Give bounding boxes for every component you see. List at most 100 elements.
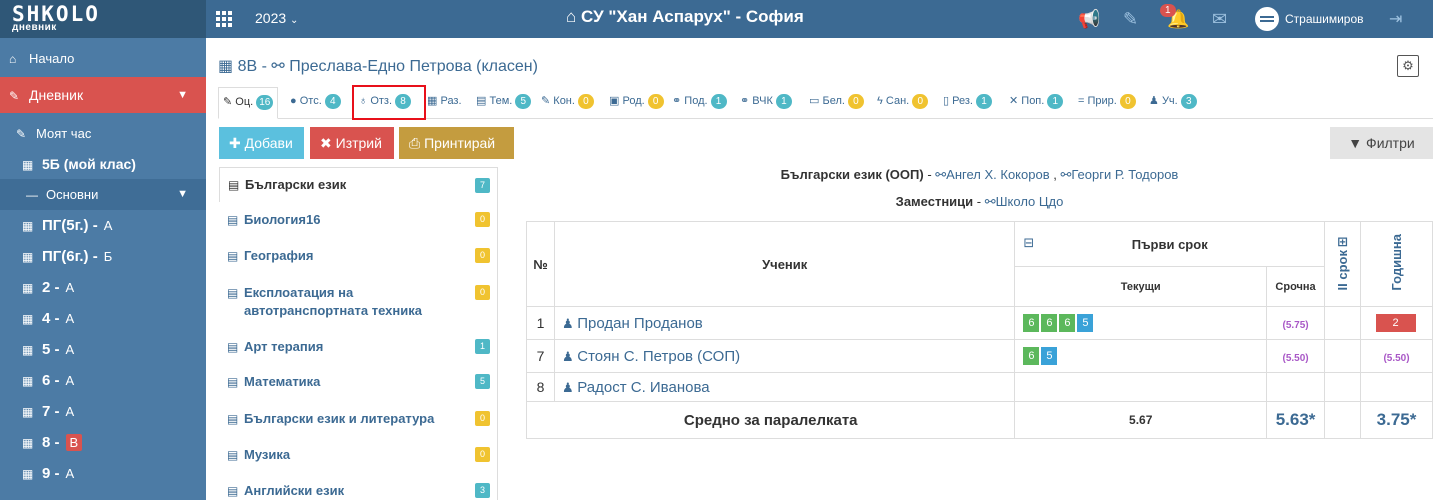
tab-label: Сан. (885, 95, 910, 107)
grade-badge[interactable]: 5 (1041, 347, 1058, 365)
logo-subtitle: дневник (12, 22, 57, 33)
logout-icon[interactable]: ⇥ (1389, 9, 1402, 29)
tab-support[interactable]: ⚭ Под. 1 (672, 87, 727, 118)
book-icon: ▤ (227, 412, 239, 426)
annual-grade-badge[interactable]: 2 (1375, 314, 1416, 332)
tab-schedule[interactable]: ▦ Раз. (427, 87, 462, 118)
average-term: 5.63* (1275, 410, 1316, 429)
tab-nature[interactable]: = Прир. 0 (1078, 87, 1136, 118)
book-icon: ▤ (227, 340, 239, 354)
class-teacher-link[interactable]: Преслава-Едно Петрова (класен) (289, 58, 538, 75)
subject-title: Български език (ООП) (780, 167, 924, 182)
substitute-link[interactable]: Школо Цдо (996, 194, 1064, 209)
sidebar-item-diary[interactable]: ✎ Дневник ▼ (0, 77, 206, 113)
term-grade-header: Срочна (1266, 266, 1326, 307)
tab-vchk[interactable]: ⚭ ВЧК 1 (740, 87, 792, 118)
subject-item[interactable]: ▤ Български език и литература 0 (219, 410, 498, 428)
row-no: 7 (526, 339, 555, 373)
term-average: (5.50) (1282, 352, 1309, 364)
sidebar-item-my-hour[interactable]: ✎ Моят час (0, 118, 206, 149)
student-name-link[interactable]: Продан Проданов (577, 315, 703, 332)
tab-notes[interactable]: ▭ Бел. 0 (809, 87, 864, 118)
student-icon: ♟ (561, 315, 574, 331)
button-label: Принтирай (424, 135, 496, 151)
subject-item[interactable]: ▤ Английски език 3 (219, 482, 498, 500)
teacher-link[interactable]: Ангел Х. Кокоров (946, 167, 1049, 182)
class-suffix: А (65, 280, 75, 295)
tab-parents[interactable]: ▣ Род. 0 (609, 87, 664, 118)
sidebar-item-my-class[interactable]: ▦ 5Б (мой клас) (0, 149, 206, 180)
tab-grades[interactable]: ✎ Оц. 16 (218, 87, 279, 119)
tab-results[interactable]: ▯ Рез. 1 (943, 87, 992, 118)
student-name-link[interactable]: Радост С. Иванова (577, 379, 709, 396)
average-term-cell: 5.63* (1266, 401, 1326, 439)
apps-grid-icon[interactable] (216, 11, 232, 27)
tab-students[interactable]: ♟ Уч. 3 (1149, 87, 1197, 118)
sidebar-class-item[interactable]: ▦ 2 - А (0, 272, 206, 303)
student-name-link[interactable]: Стоян С. Петров (СОП) (577, 348, 740, 365)
average-term2-cell (1324, 401, 1361, 439)
sidebar-class-item[interactable]: ▦ ПГ(5г.) - А (0, 210, 206, 241)
sidebar-class-item[interactable]: ▦ 5 - А (0, 334, 206, 365)
expand-icon[interactable]: ⊞ (1325, 234, 1360, 250)
collapse-icon[interactable]: ⊟ (1023, 235, 1034, 251)
grade-badge[interactable]: 6 (1023, 314, 1040, 332)
sidebar-class-item-active[interactable]: ▦ 8 - В (0, 427, 206, 458)
tab-absences[interactable]: ● Отс. 4 (290, 87, 341, 118)
avatar[interactable] (1255, 7, 1279, 31)
term2-header[interactable]: ⊞ II срок (1324, 221, 1361, 307)
button-label: Добави (244, 135, 293, 151)
settings-button[interactable]: ⚙ (1397, 55, 1419, 77)
sidebar-class-item[interactable]: ▦ 7 - А (0, 396, 206, 427)
tab-label: ВЧК (752, 95, 773, 107)
table-row: 7 ♟ Стоян С. Петров (СОП) 65 (5.50) (5.5… (526, 339, 1433, 373)
envelope-open-icon[interactable]: ✉ (1212, 9, 1227, 30)
edit-icon[interactable]: ✎ (1123, 9, 1138, 30)
subject-item[interactable]: ▤ Математика 5 (219, 373, 498, 391)
grade-badge[interactable]: 6 (1041, 314, 1058, 332)
subject-name: Музика (244, 447, 291, 462)
subject-list: ▤ Български език 7 ▤ Биология16 0 ▤ География… (219, 167, 498, 500)
print-button[interactable]: ⎙ Принтирай (399, 127, 514, 159)
username[interactable]: Страшимиров (1285, 12, 1364, 26)
tab-control[interactable]: ✎ Кон. 0 (541, 87, 594, 118)
logo[interactable]: SHKOLO дневник (0, 0, 206, 38)
sidebar-class-item[interactable]: ▦ 9 - А (0, 458, 206, 489)
megaphone-icon[interactable]: 📢 (1078, 9, 1100, 30)
class-icon: ▦ (22, 250, 34, 264)
subject-count: 0 (475, 447, 490, 462)
tab-topics[interactable]: ▤ Тем. 5 (476, 87, 532, 118)
delete-button[interactable]: ✖ Изтрий (310, 127, 394, 159)
sidebar-class-item[interactable]: ▦ 4 - А (0, 303, 206, 334)
minus-icon: — (26, 188, 38, 202)
home-icon: ⌂ (9, 52, 17, 66)
class-suffix: А (103, 218, 113, 233)
subject-item[interactable]: ▤ Музика 0 (219, 446, 498, 464)
subject-item[interactable]: ▤ Биология16 0 (219, 211, 498, 229)
tab-corrections[interactable]: ✕ Поп. 1 (1009, 87, 1064, 118)
teacher-link[interactable]: Георги Р. Тодоров (1071, 167, 1178, 182)
handshake-icon: ⚭ (740, 95, 750, 107)
col-no-header: № (526, 221, 555, 307)
class-name: 7 - (42, 403, 60, 420)
year-selector[interactable]: 2023 ⌄ (255, 10, 298, 26)
filter-button[interactable]: ▼ Филтри (1330, 127, 1433, 159)
sidebar-section-main[interactable]: — Основни ▼ (0, 179, 206, 210)
sidebar-item-home[interactable]: ⌂ Начало (0, 43, 206, 74)
grade-badge[interactable]: 6 (1023, 347, 1040, 365)
sidebar-class-item[interactable]: ▦ ПГ(6г.) - Б (0, 241, 206, 272)
subject-item[interactable]: ▤ Експлоатация на автотранспортната техни… (219, 284, 498, 320)
edit-icon: ✎ (16, 127, 27, 141)
sidebar-class-item[interactable]: ▦ 6 - А (0, 365, 206, 396)
chevron-down-icon: ▼ (177, 89, 188, 101)
grade-badge[interactable]: 6 (1059, 314, 1076, 332)
tab-sanctions[interactable]: ϟ Сан. 0 (877, 87, 929, 118)
subject-item[interactable]: ▤ Арт терапия 1 (219, 338, 498, 356)
grade-badge[interactable]: 5 (1077, 314, 1094, 332)
annual-header: Годишна (1360, 221, 1433, 307)
add-button[interactable]: ✚ Добави (219, 127, 304, 159)
subject-name: Биология16 (244, 212, 321, 227)
class-icon: ▦ (22, 343, 34, 357)
subject-item[interactable]: ▤ География 0 (219, 247, 498, 265)
subject-item-active[interactable]: ▤ Български език 7 (219, 167, 498, 202)
